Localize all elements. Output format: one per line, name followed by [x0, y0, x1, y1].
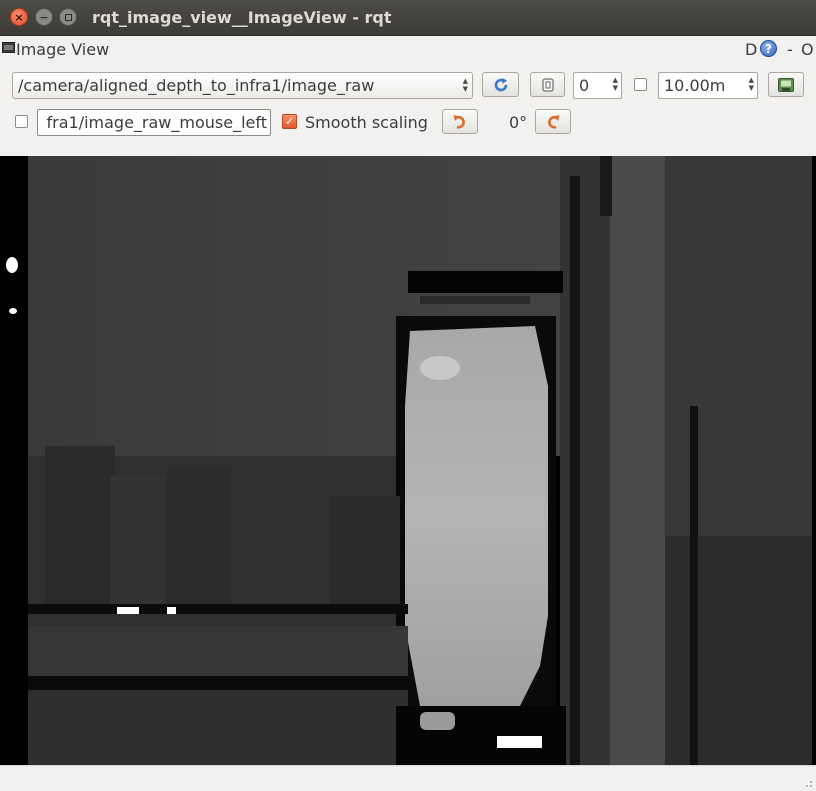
dock-minimize-button[interactable]: - [787, 40, 793, 59]
zoom-1-button[interactable] [530, 72, 565, 97]
dock-reload-button[interactable]: D [745, 40, 757, 59]
zoom-spinbox-value: 0 [579, 76, 590, 95]
window-title: rqt_image_view__ImageView - rqt [92, 8, 392, 27]
resize-grip-icon[interactable] [803, 778, 813, 788]
dock-title: Image View [16, 40, 110, 59]
minimize-icon: − [39, 10, 49, 24]
smooth-scaling-checkbox[interactable]: ✓ [282, 114, 297, 129]
save-image-button[interactable] [768, 72, 804, 97]
help-icon[interactable]: ? [760, 40, 777, 57]
window-maximize-button[interactable] [59, 8, 77, 26]
window-titlebar[interactable]: × − rqt_image_view__ImageView - rqt [0, 0, 816, 36]
depth-image [0, 156, 816, 765]
rotate-cw-icon [548, 114, 560, 129]
maximize-icon [64, 13, 72, 21]
topic-select-value: /camera/aligned_depth_to_infra1/image_ra… [18, 76, 375, 95]
dock-header: Image View D ? - O [0, 36, 816, 62]
refresh-icon [494, 77, 507, 91]
topic-select[interactable]: /camera/aligned_depth_to_infra1/image_ra… [12, 72, 473, 99]
combo-arrows-icon: ▲ ▼ [462, 77, 468, 93]
image-canvas[interactable] [0, 156, 816, 765]
mouse-topic-value: fra1/image_raw_mouse_left [46, 113, 268, 132]
rotate-right-button[interactable] [535, 109, 571, 134]
zoom-original-icon [541, 77, 554, 92]
max-depth-spinbox[interactable]: 10.00m ▲ ▼ [658, 72, 758, 99]
save-image-icon [778, 77, 794, 92]
rotate-left-button[interactable] [442, 109, 478, 134]
zoom-spinbox[interactable]: 0 ▲ ▼ [573, 72, 622, 99]
spin-arrows-icon: ▲ ▼ [748, 76, 754, 92]
dynamic-range-checkbox[interactable] [634, 78, 647, 91]
spin-arrows-icon: ▲ ▼ [612, 76, 618, 92]
refresh-topics-button[interactable] [482, 72, 519, 97]
max-depth-value: 10.00m [664, 76, 726, 95]
rotation-label: 0° [509, 113, 528, 132]
status-bar [0, 765, 816, 791]
dock-widget-icon [2, 42, 15, 53]
dock-options-button[interactable]: O [801, 40, 814, 59]
mouse-topic-input[interactable]: fra1/image_raw_mouse_left [37, 109, 271, 136]
checkmark-icon: ✓ [284, 115, 295, 128]
publish-mouse-checkbox[interactable] [15, 115, 28, 128]
window-close-button[interactable]: × [10, 8, 28, 26]
rotate-ccw-icon [453, 114, 465, 129]
close-icon: × [14, 10, 24, 24]
smooth-scaling-label: Smooth scaling [305, 113, 428, 132]
window-minimize-button[interactable]: − [35, 8, 53, 26]
